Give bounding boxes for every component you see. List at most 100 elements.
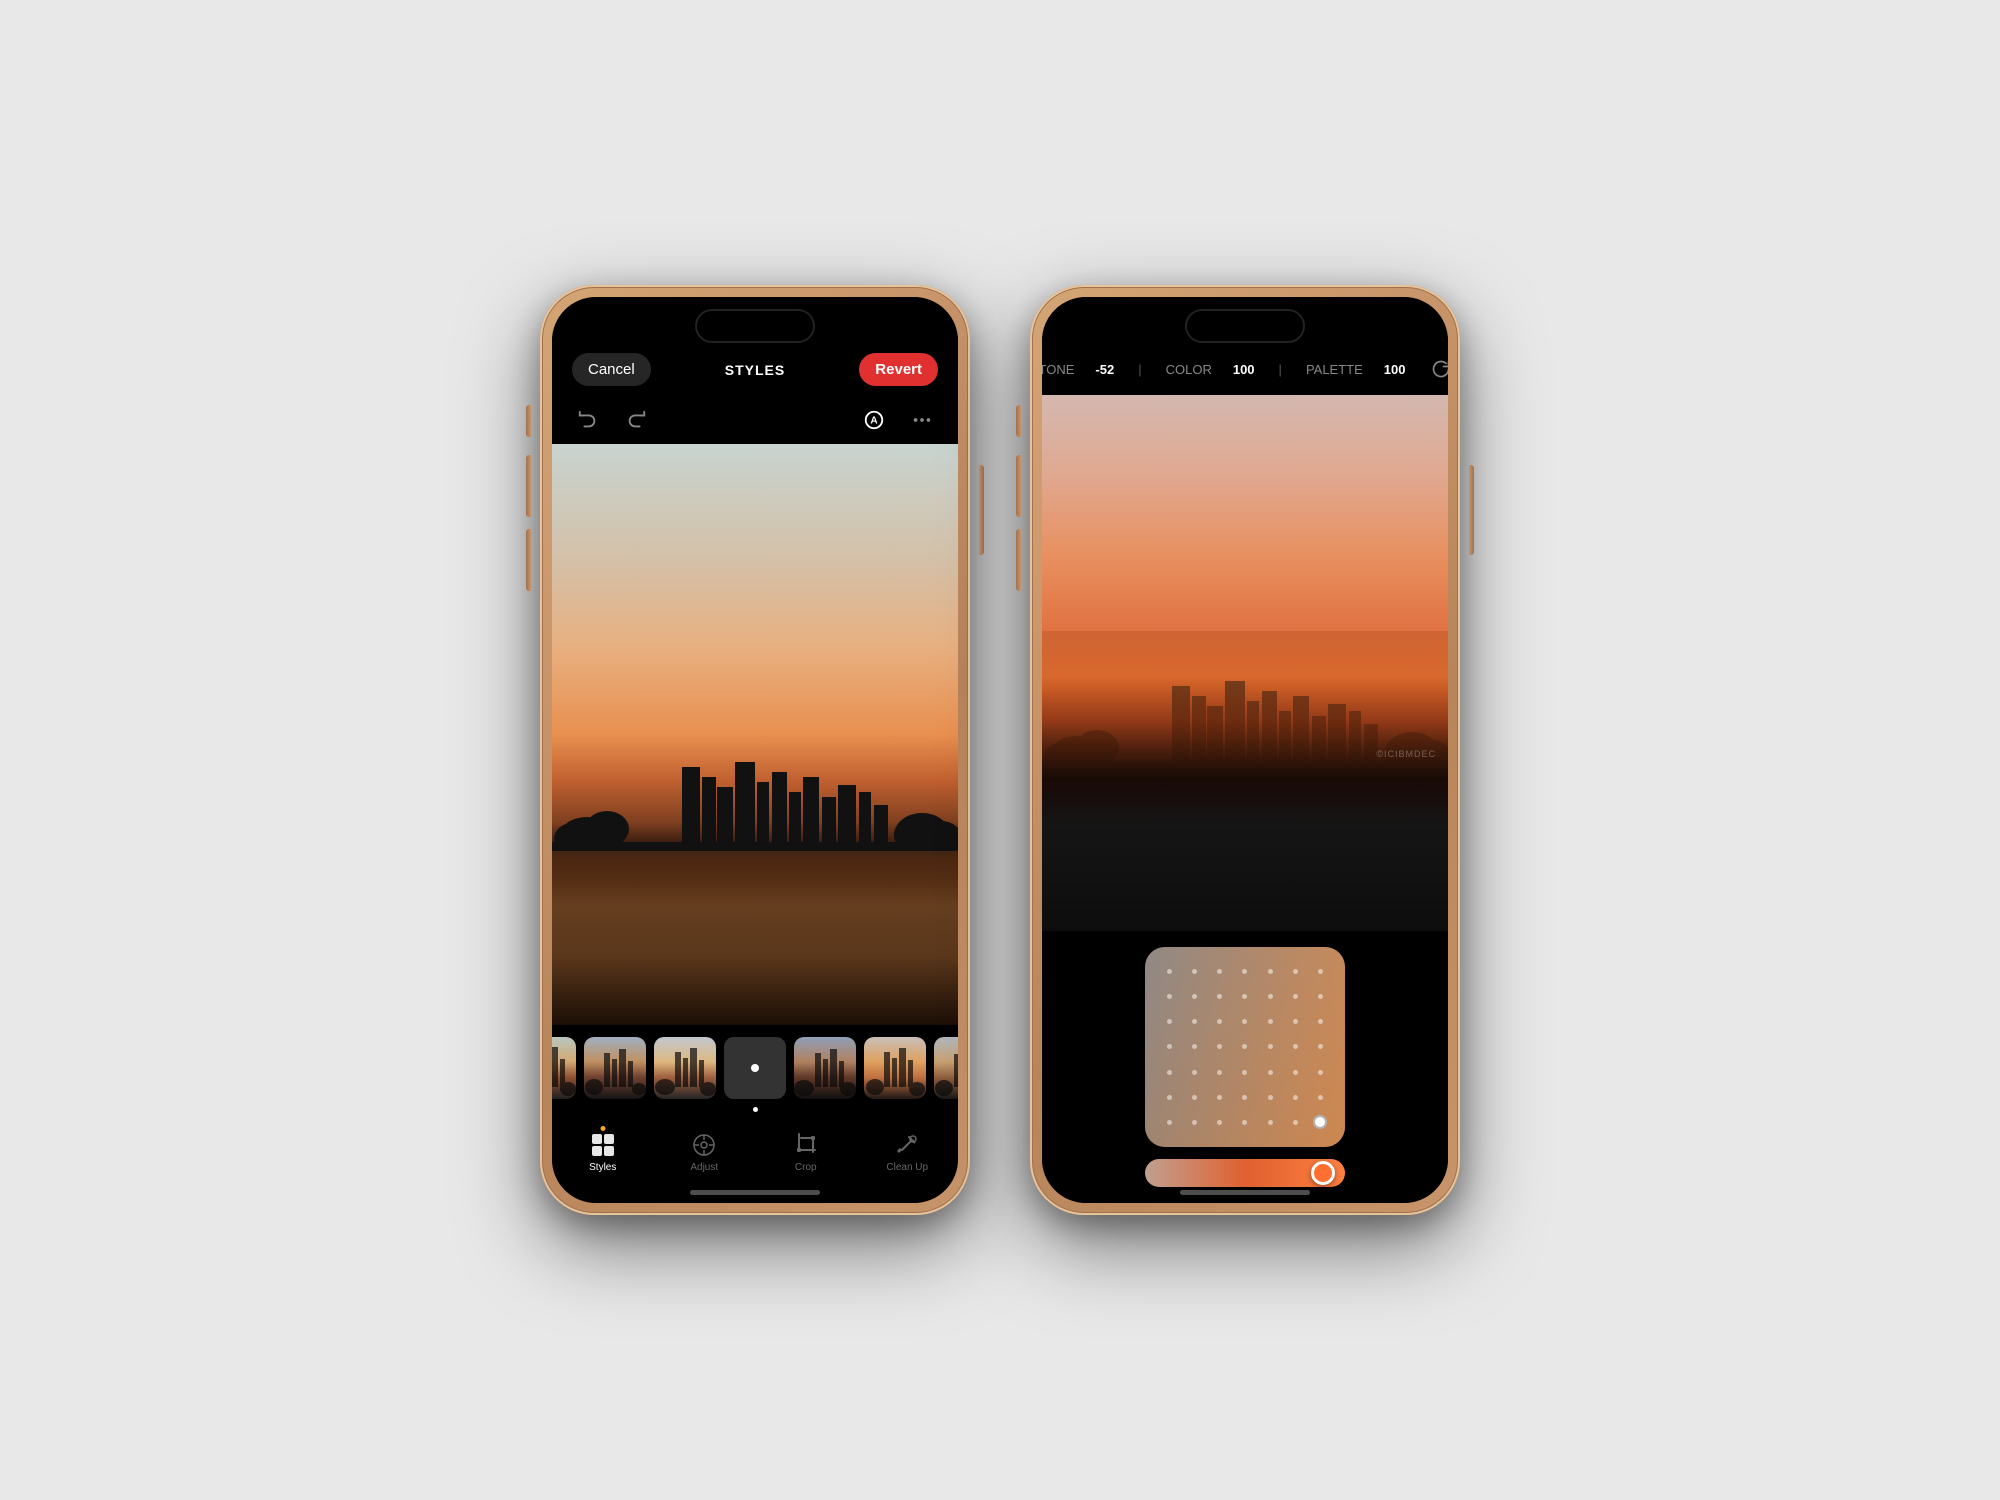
phone-1: Cancel STYLES Revert: [540, 285, 970, 1215]
pdot: [1167, 1070, 1172, 1075]
pdot: [1167, 1095, 1172, 1100]
phone-2-screen: TONE -52 | COLOR 100 | PALETTE 100: [1042, 297, 1448, 1203]
styles-thumbnails: [552, 1037, 958, 1099]
style-thumb-5[interactable]: [864, 1037, 926, 1099]
style-thumb-6[interactable]: [934, 1037, 958, 1099]
mute-button[interactable]: [526, 405, 531, 437]
toolbar-icons: A: [552, 396, 958, 444]
pdot: [1318, 1044, 1323, 1049]
color-value: 100: [1233, 362, 1255, 377]
pdot: [1293, 1070, 1298, 1075]
volume-down-button[interactable]: [526, 529, 531, 591]
pdot: [1293, 1019, 1298, 1024]
style-thumb-1[interactable]: [552, 1037, 576, 1099]
more-options-button[interactable]: [906, 404, 938, 436]
redo-button[interactable]: [620, 404, 652, 436]
volume-up-button[interactable]: [526, 455, 531, 517]
tab-adjust[interactable]: Adjust: [674, 1132, 734, 1173]
pdot: [1268, 1095, 1273, 1100]
color-slider[interactable]: [1145, 1159, 1345, 1187]
cityscape-svg-1: [552, 757, 958, 857]
pdot: [1242, 1095, 1247, 1100]
tab-crop[interactable]: Crop: [776, 1132, 836, 1173]
power-button-2[interactable]: [1469, 465, 1474, 555]
pdot: [1268, 1019, 1273, 1024]
pdot: [1217, 969, 1222, 974]
dynamic-island-1: [695, 309, 815, 343]
pdot: [1293, 994, 1298, 999]
pdot: [1192, 994, 1197, 999]
styles-panel: [552, 1025, 958, 1124]
pdot: [1242, 1070, 1247, 1075]
style-original[interactable]: [724, 1037, 786, 1099]
pdot: [1318, 1095, 1323, 1100]
active-indicator: [600, 1126, 605, 1131]
pdot: [1217, 994, 1222, 999]
pdot: [1318, 1019, 1323, 1024]
pdot: [1167, 1044, 1172, 1049]
volume-down-button-2[interactable]: [1016, 529, 1021, 591]
reset-button[interactable]: [1431, 353, 1448, 385]
pdot: [1268, 1120, 1273, 1125]
svg-text:A: A: [870, 416, 878, 427]
pdot: [1268, 969, 1273, 974]
nav-dot-indicator: [753, 1107, 758, 1112]
pdot: [1318, 969, 1323, 974]
pdot: [1242, 1120, 1247, 1125]
revert-button[interactable]: Revert: [859, 353, 938, 386]
phone-1-content: Cancel STYLES Revert: [552, 297, 958, 1203]
style-thumb-4[interactable]: [794, 1037, 856, 1099]
pdot: [1293, 1120, 1298, 1125]
dynamic-island-2: [1185, 309, 1305, 343]
auto-enhance-button[interactable]: A: [858, 404, 890, 436]
tab-cleanup[interactable]: Clean Up: [877, 1132, 937, 1173]
slider-handle[interactable]: [1311, 1161, 1335, 1185]
volume-up-button-2[interactable]: [1016, 455, 1021, 517]
cancel-button[interactable]: Cancel: [572, 353, 651, 386]
right-icons-group: A: [858, 404, 938, 436]
pdot: [1217, 1120, 1222, 1125]
pdot: [1242, 994, 1247, 999]
nav-dot: [552, 1107, 958, 1112]
mute-button-2[interactable]: [1016, 405, 1021, 437]
styles-icon: [590, 1132, 616, 1158]
style-thumb-3[interactable]: [654, 1037, 716, 1099]
scene: Cancel STYLES Revert: [540, 285, 1460, 1215]
sunset-photo-1: [552, 444, 958, 1025]
pdot: [1268, 1044, 1273, 1049]
pdot: [1192, 1070, 1197, 1075]
pdot: [1318, 994, 1323, 999]
palette-value: 100: [1384, 362, 1406, 377]
crop-icon: [793, 1132, 819, 1158]
pdot: [1268, 994, 1273, 999]
adjust-icon: [691, 1132, 717, 1158]
undo-redo-group: [572, 404, 652, 436]
pdot: [1167, 969, 1172, 974]
style-dot-indicator: [751, 1064, 759, 1072]
adjust-label: Adjust: [690, 1162, 718, 1173]
pdot: [1293, 1044, 1298, 1049]
pdot: [1242, 1019, 1247, 1024]
undo-button[interactable]: [572, 404, 604, 436]
pdot: [1192, 1120, 1197, 1125]
power-button[interactable]: [979, 465, 984, 555]
palette-grid[interactable]: [1145, 947, 1345, 1147]
phone-2: TONE -52 | COLOR 100 | PALETTE 100: [1030, 285, 1460, 1215]
pdot: [1217, 1095, 1222, 1100]
tone-value: -52: [1095, 362, 1114, 377]
pdot: [1217, 1019, 1222, 1024]
palette-handle[interactable]: [1313, 1115, 1327, 1129]
pdot: [1217, 1044, 1222, 1049]
pdot: [1167, 994, 1172, 999]
sunset-photo-2: ©ICIBMDEC: [1042, 395, 1448, 931]
pdot: [1167, 1019, 1172, 1024]
photo-area-2: ©ICIBMDEC: [1042, 395, 1448, 931]
tone-label: TONE: [1042, 362, 1074, 377]
photo-area-1: [552, 444, 958, 1025]
pdot: [1192, 1044, 1197, 1049]
styles-label: Styles: [589, 1162, 616, 1173]
palette-panel: [1042, 931, 1448, 1203]
tab-styles[interactable]: Styles: [573, 1132, 633, 1173]
pdot: [1192, 969, 1197, 974]
style-thumb-2[interactable]: [584, 1037, 646, 1099]
